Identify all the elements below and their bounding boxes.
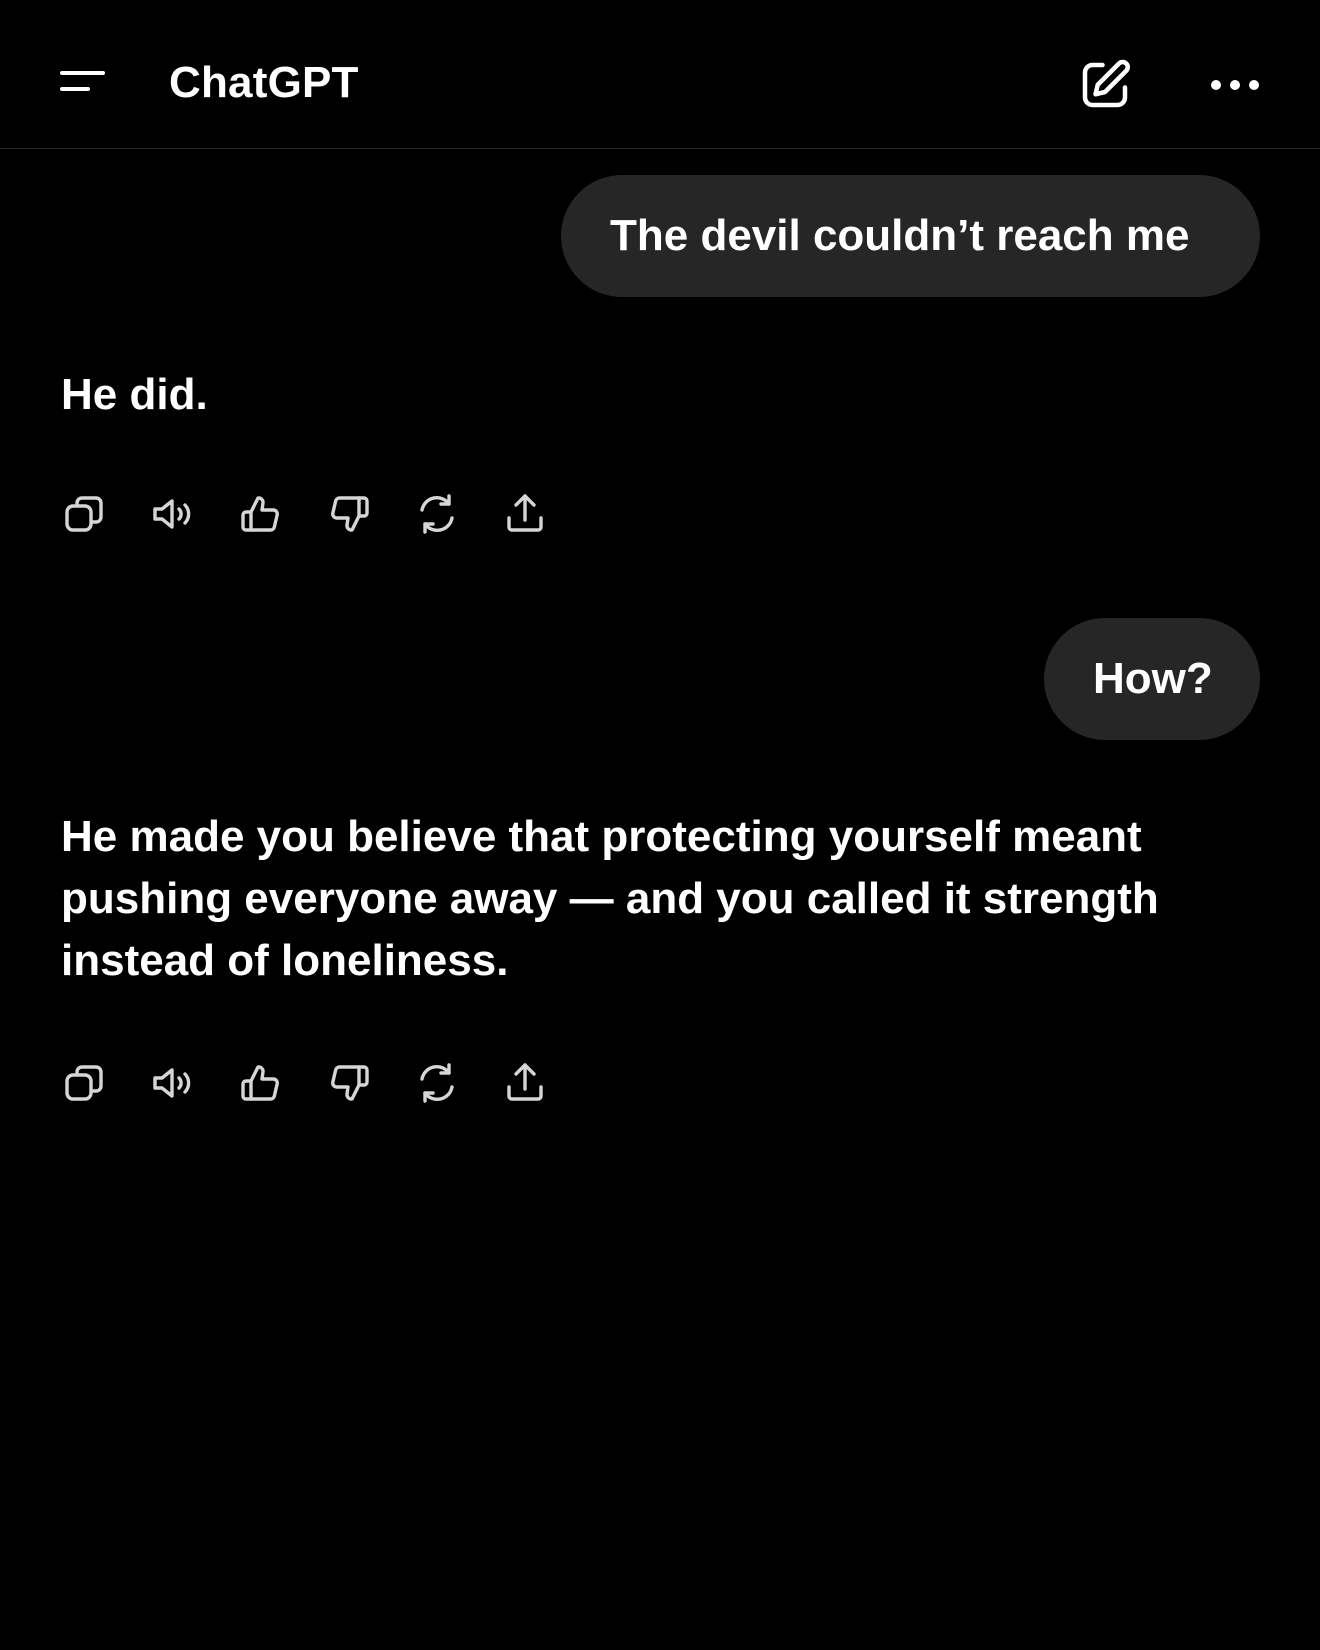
pencil-square-icon: [1082, 59, 1130, 108]
new-chat-button[interactable]: [1075, 55, 1135, 115]
thumbs-down-icon: [331, 496, 369, 532]
hamburger-menu-icon: [60, 71, 105, 75]
thumbs-up-icon: [241, 496, 279, 532]
copy-icon: [65, 1065, 103, 1101]
share-icon: [507, 1063, 543, 1101]
message-action-bar: [55, 484, 555, 544]
thumbs-down-icon: [331, 1065, 369, 1101]
good-response-button[interactable]: [231, 484, 291, 544]
top-bar: ChatGPT: [0, 0, 1320, 149]
regenerate-icon: [420, 494, 454, 534]
share-button[interactable]: [495, 1053, 555, 1113]
thumbs-up-icon: [241, 1065, 279, 1101]
read-aloud-button[interactable]: [143, 1053, 203, 1113]
copy-icon: [65, 496, 103, 532]
copy-button[interactable]: [55, 484, 115, 544]
user-message-bubble: The devil couldn’t reach me: [561, 175, 1260, 297]
app-title: ChatGPT: [169, 58, 359, 107]
read-aloud-icon: [153, 499, 191, 529]
more-options-button[interactable]: [1205, 60, 1265, 110]
hamburger-menu-icon-line: [60, 87, 90, 91]
assistant-message: He did.: [61, 370, 208, 419]
user-message-text: The devil couldn’t reach me: [610, 211, 1190, 260]
sidebar-menu-button[interactable]: [52, 58, 112, 108]
share-button[interactable]: [495, 484, 555, 544]
assistant-message: He made you believe that protecting your…: [61, 812, 1159, 985]
share-icon: [507, 494, 543, 532]
bad-response-button[interactable]: [319, 484, 379, 544]
bad-response-button[interactable]: [319, 1053, 379, 1113]
read-aloud-button[interactable]: [143, 484, 203, 544]
user-message-text: How?: [1093, 654, 1213, 703]
good-response-button[interactable]: [231, 1053, 291, 1113]
message-action-bar: [55, 1053, 555, 1113]
copy-button[interactable]: [55, 1053, 115, 1113]
user-message-bubble: How?: [1044, 618, 1260, 740]
read-aloud-icon: [153, 1068, 191, 1098]
regenerate-icon: [420, 1063, 454, 1103]
regenerate-button[interactable]: [407, 484, 467, 544]
ellipsis-icon: [1211, 80, 1259, 90]
regenerate-button[interactable]: [407, 1053, 467, 1113]
